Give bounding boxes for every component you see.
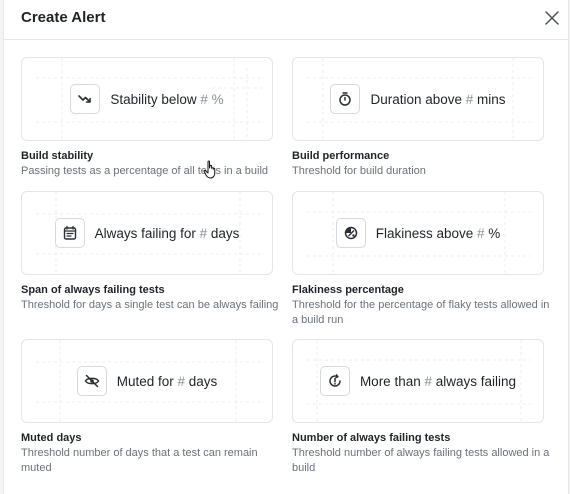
card-label: Muted for # days bbox=[116, 373, 218, 389]
alert-card-always-failing-span[interactable]: Always failing for # days bbox=[21, 191, 273, 275]
card-label: Always failing for # days bbox=[94, 225, 240, 241]
dialog-header: Create Alert bbox=[4, 0, 568, 40]
alert-card-muted-days[interactable]: Muted for # days bbox=[21, 339, 273, 423]
card-title: Muted days bbox=[21, 432, 82, 444]
trend-down-icon bbox=[70, 84, 101, 114]
pointer-cursor-icon bbox=[203, 160, 216, 179]
card-meta-build-performance: Build performance Threshold for build du… bbox=[292, 149, 554, 179]
alert-card-flakiness[interactable]: Flakiness above # % bbox=[292, 191, 544, 275]
flaky-icon bbox=[335, 218, 366, 248]
card-description: Threshold number of always failing tests… bbox=[292, 447, 550, 474]
stopwatch-icon bbox=[330, 84, 361, 114]
card-description: Passing tests as a percentage of all tes… bbox=[21, 165, 269, 177]
card-meta-flakiness: Flakiness percentage Threshold for the p… bbox=[292, 283, 554, 328]
alert-card-build-performance[interactable]: Duration above # mins bbox=[292, 57, 544, 141]
card-meta-muted-days: Muted days Threshold number of days that… bbox=[21, 431, 283, 476]
card-label: Flakiness above # % bbox=[375, 225, 501, 241]
card-label: More than # always failing bbox=[359, 373, 517, 389]
alert-card-always-failing-count[interactable]: More than # always failing bbox=[292, 339, 544, 423]
card-title: Flakiness percentage bbox=[292, 284, 404, 296]
card-title: Build stability bbox=[21, 150, 94, 162]
dialog-title: Create Alert bbox=[21, 9, 106, 26]
card-label: Stability below # % bbox=[110, 91, 224, 107]
alert-card-build-stability[interactable]: Stability below # % bbox=[21, 57, 273, 141]
card-meta-always-failing-count: Number of always failing tests Threshold… bbox=[292, 431, 554, 476]
card-description: Threshold for build duration bbox=[292, 165, 426, 177]
card-description: Threshold for the percentage of flaky te… bbox=[292, 299, 550, 326]
card-title: Span of always failing tests bbox=[21, 284, 165, 296]
card-label: Duration above # mins bbox=[370, 91, 506, 107]
card-title: Number of always failing tests bbox=[292, 432, 451, 444]
card-meta-build-stability: Build stability Passing tests as a perce… bbox=[21, 149, 283, 179]
card-title: Build performance bbox=[292, 150, 390, 162]
create-alert-dialog: Create Alert Stability below # % Build s… bbox=[3, 0, 569, 494]
close-icon[interactable] bbox=[542, 8, 562, 28]
refresh-alert-icon bbox=[319, 366, 350, 396]
card-description: Threshold for days a single test can be … bbox=[21, 299, 279, 311]
calendar-list-icon bbox=[54, 218, 85, 248]
muted-eye-icon bbox=[76, 366, 107, 396]
card-meta-always-failing-span: Span of always failing tests Threshold f… bbox=[21, 283, 283, 313]
card-description: Threshold number of days that a test can… bbox=[21, 447, 258, 474]
